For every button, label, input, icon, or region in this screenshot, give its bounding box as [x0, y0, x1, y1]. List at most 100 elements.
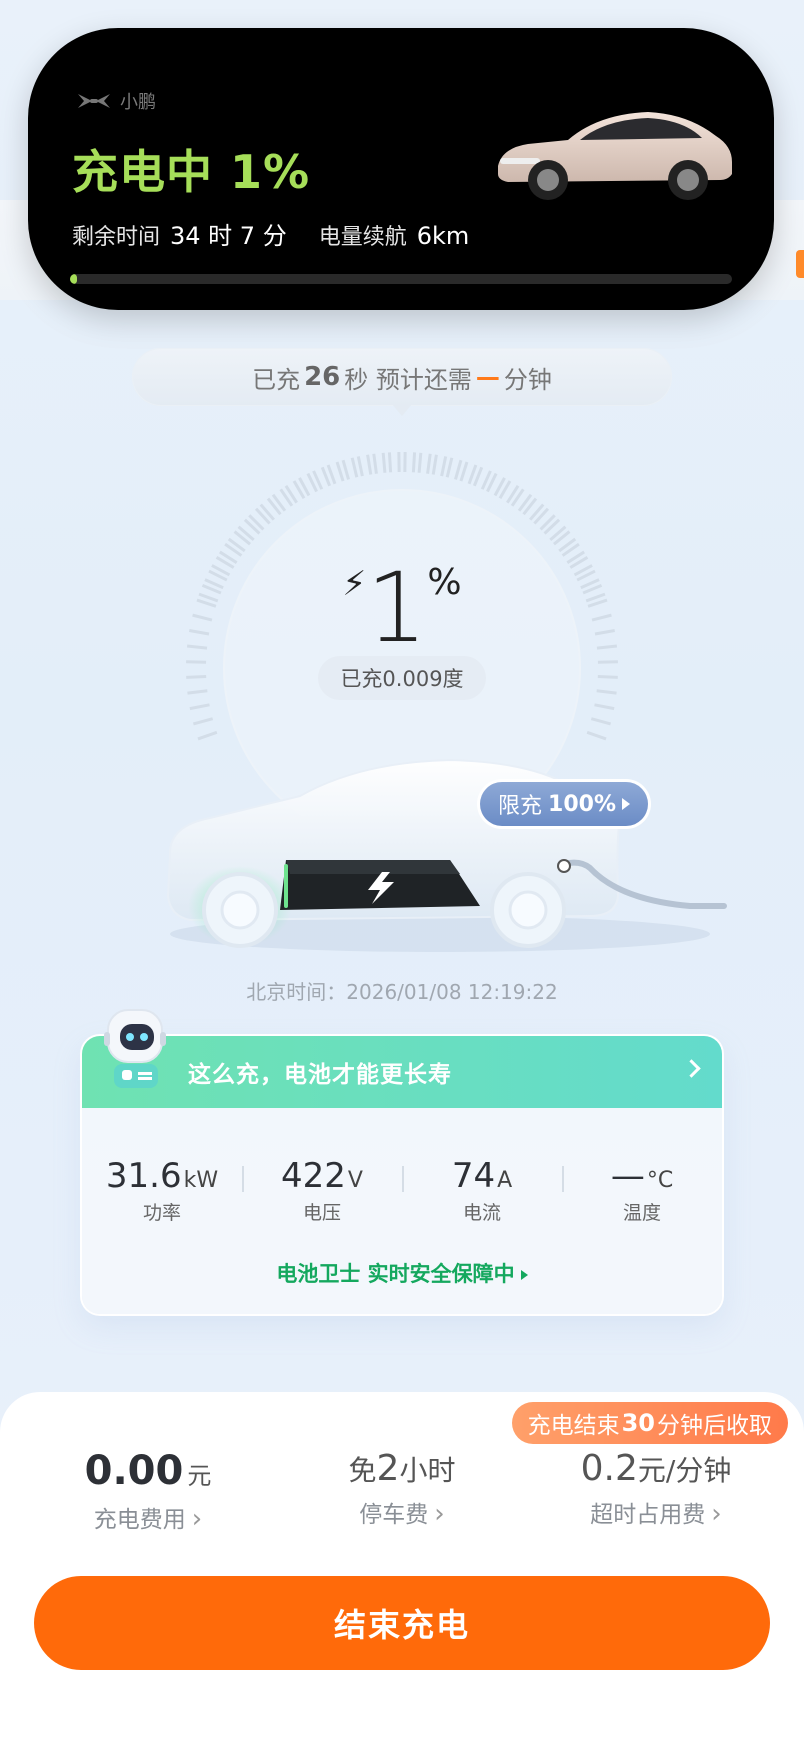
metric-value: 422 [281, 1156, 346, 1196]
charging-status: 充电中 1% [72, 145, 311, 199]
gauge-tick [440, 456, 448, 477]
gauge-tick [590, 717, 612, 726]
background-orange-tab [796, 250, 804, 278]
end-charging-button[interactable]: 结束充电 [34, 1576, 770, 1670]
play-arrow-icon [621, 798, 630, 810]
beijing-time: 北京时间：2026/01/08 12:19:22 [246, 980, 558, 1004]
parking-fee-prefix: 免 [348, 1454, 377, 1487]
pill-pointer [392, 404, 412, 416]
car-image [498, 112, 732, 200]
battery-guard-text: 电池卫士 实时安全保障中 [276, 1262, 515, 1286]
parking-fee-suffix: 小时 [399, 1454, 456, 1487]
battery-guard-link[interactable]: 电池卫士 实时安全保障中 [82, 1258, 722, 1288]
gauge-tick [387, 452, 393, 473]
gauge-tick [197, 730, 218, 741]
metric-temperature: —°C 温度 [562, 1156, 722, 1225]
metric-current: 74A 电流 [402, 1156, 562, 1225]
metric-label: 电流 [462, 1202, 501, 1224]
charging-fee-label: 充电费用 [48, 1500, 248, 1534]
elapsed-seconds: 26 [304, 362, 341, 392]
gauge-tick [356, 456, 364, 477]
gauge-tick [596, 689, 617, 695]
gauge-tick [445, 457, 454, 478]
charging-fee-value: 0.00 [84, 1448, 184, 1494]
gauge-tick [366, 454, 373, 475]
charging-fee-item[interactable]: 0.00 元 充电费用 [48, 1448, 248, 1534]
metric-label: 功率 [142, 1202, 181, 1224]
range-value: 6km [416, 222, 470, 250]
gauge-tick [417, 452, 423, 473]
elapsed-mid: 秒 预计还需 [344, 365, 472, 394]
overtime-fee-item[interactable]: 0.2元/分钟 超时占用费 [546, 1448, 766, 1529]
metric-power: 31.6kW 功率 [82, 1156, 242, 1225]
gauge-tick [341, 459, 350, 480]
metric-value: 31.6 [105, 1156, 182, 1196]
lightning-icon: ⚡ [342, 564, 367, 604]
charge-elapsed-pill: 已充 26 秒 预计还需 — 分钟 [132, 348, 672, 406]
overtime-fee-unit: 元/分钟 [637, 1454, 732, 1487]
gauge-tick [426, 453, 432, 474]
energy-charged: 已充0.009度 [318, 656, 486, 700]
metric-label: 电压 [302, 1202, 341, 1224]
remaining-time-value: 34 时 7 分 [170, 222, 287, 250]
parking-fee-label: 停车费 [302, 1495, 502, 1529]
battery-tip-banner[interactable]: 这么充，电池才能更长寿 [82, 1036, 722, 1108]
parking-fee-item[interactable]: 免2小时 停车费 [302, 1448, 502, 1529]
metric-unit: °C [646, 1168, 674, 1193]
range-label: 电量续航 [318, 225, 407, 250]
battery-tip-title: 这么充，电池才能更长寿 [188, 1062, 452, 1088]
metric-unit: A [497, 1168, 513, 1193]
brand-logo: 小鹏 [76, 88, 156, 114]
limit-value: 100% [548, 791, 616, 817]
gauge-tick [186, 675, 207, 679]
gauge-tick [192, 717, 214, 726]
live-activity-panel[interactable]: 小鹏 充电中 1% 剩余时间 34 时 7 分 电量续航 6km [28, 28, 774, 310]
charge-progress-bar [70, 274, 732, 284]
play-arrow-icon [520, 1270, 528, 1280]
overtime-fee-label: 超时占用费 [546, 1495, 766, 1529]
gauge-tick [189, 703, 210, 711]
notice-prefix: 充电结束 [527, 1413, 620, 1439]
estimate-dash: — [475, 363, 500, 391]
notice-suffix: 分钟后收取 [657, 1413, 772, 1439]
metric-label: 温度 [622, 1202, 661, 1224]
battery-percent: ⚡1% [0, 552, 804, 664]
charging-metrics: 31.6kW 功率 422V 电压 74A 电流 —°C 温度 [82, 1156, 722, 1225]
overtime-fee-value: 0.2 [580, 1448, 638, 1489]
metric-value: — [610, 1156, 645, 1196]
gauge-tick [350, 457, 359, 478]
gauge-tick [597, 675, 618, 679]
gauge-tick [459, 461, 469, 482]
xpeng-logo-icon [78, 94, 110, 108]
bottom-sheet [0, 1392, 804, 1748]
parking-fee-value: 2 [376, 1448, 400, 1489]
metric-unit: kW [183, 1168, 219, 1193]
gauge-tick [594, 703, 615, 711]
gauge-tick [431, 454, 438, 475]
brand-name: 小鹏 [120, 92, 156, 113]
gauge-tick [187, 689, 208, 695]
gauge-tick [454, 459, 463, 480]
gauge-tick [411, 452, 417, 473]
overtime-fee-notice: 充电结束 30 分钟后收取 [511, 1402, 788, 1444]
percent-value: 1 [366, 552, 428, 664]
gauge-tick [335, 461, 345, 482]
car-charging-illustration [166, 758, 727, 952]
charge-progress-fill [70, 274, 77, 284]
remaining-time-label: 剩余时间 [72, 225, 161, 250]
gauge-tick [586, 730, 607, 741]
metric-unit: V [347, 1168, 363, 1193]
metric-value: 74 [451, 1156, 496, 1196]
robot-mascot-icon [104, 1009, 166, 1088]
metric-voltage: 422V 电压 [242, 1156, 402, 1225]
estimate-suffix: 分钟 [503, 365, 552, 394]
gauge-tick [372, 453, 378, 474]
elapsed-prefix: 已充 [252, 365, 301, 394]
chevron-right-icon [682, 1059, 701, 1078]
limit-label: 限充 [498, 794, 543, 819]
end-charging-label: 结束充电 [333, 1606, 470, 1644]
battery-tip-card: 这么充，电池才能更长寿 31.6kW 功率 422V 电压 74A 电流 —°C… [82, 1036, 722, 1314]
gauge-tick [381, 452, 387, 473]
charge-limit-button[interactable]: 限充 100% [480, 782, 648, 826]
percent-unit: % [427, 562, 462, 603]
